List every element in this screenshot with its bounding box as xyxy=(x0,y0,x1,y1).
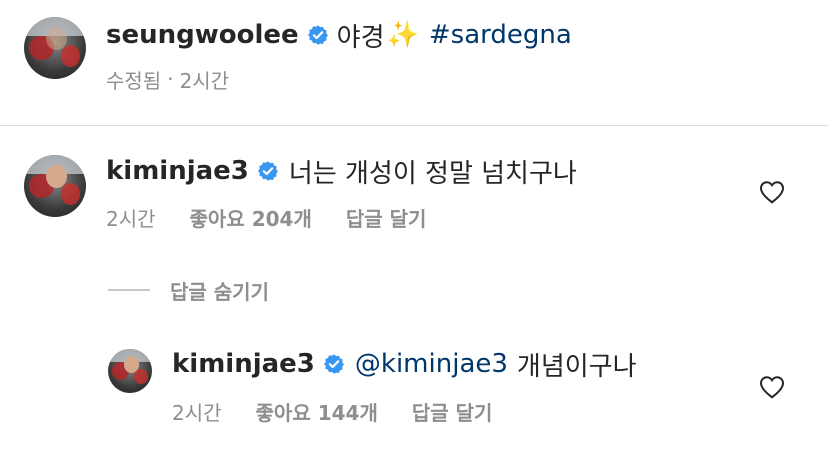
caption-username[interactable]: seungwoolee xyxy=(106,20,299,50)
hide-replies[interactable]: 답글 숨기기 xyxy=(170,276,269,305)
edited-label: 수정됨 xyxy=(106,68,162,93)
reply-line: kiminjae3 @kiminjae3 개념이구나 xyxy=(172,346,637,382)
reply-button[interactable]: 답글 달기 xyxy=(346,203,427,232)
caption-line: seungwoolee 야경 ✨ #sardegna xyxy=(106,17,572,53)
heart-outline-icon[interactable] xyxy=(759,375,785,399)
caption-divider xyxy=(0,125,828,126)
reply-username[interactable]: kiminjae3 xyxy=(172,349,315,379)
comment-time: 2시간 xyxy=(106,206,156,231)
hide-replies-line xyxy=(108,289,150,291)
meta-separator: · xyxy=(167,67,174,91)
likes-count-button[interactable]: 좋아요 204개 xyxy=(190,203,312,232)
reply-meta: 2시간 좋아요 144개 답글 달기 xyxy=(172,397,493,426)
reply-text: 개념이구나 xyxy=(516,351,637,382)
verified-badge-icon xyxy=(257,160,279,182)
hashtag-link[interactable]: #sardegna xyxy=(429,20,572,50)
reply-time: 2시간 xyxy=(172,400,222,425)
likes-count-button[interactable]: 좋아요 144개 xyxy=(256,397,378,426)
hide-replies-label[interactable]: 답글 숨기기 xyxy=(170,276,269,305)
reply-button[interactable]: 답글 달기 xyxy=(412,397,493,426)
comment-meta: 2시간 좋아요 204개 답글 달기 xyxy=(106,203,427,232)
comment-text: 너는 개성이 정말 넘치구나 xyxy=(288,158,577,189)
verified-badge-icon xyxy=(323,353,345,375)
mention-link[interactable]: @kiminjae3 xyxy=(355,349,508,379)
caption-time: 2시간 xyxy=(179,68,230,93)
avatar[interactable] xyxy=(24,17,86,79)
sparkles-emoji: ✨ xyxy=(386,20,419,50)
avatar[interactable] xyxy=(24,155,86,217)
caption-meta: 수정됨 · 2시간 xyxy=(106,66,230,93)
caption-text: 야경 xyxy=(336,22,385,53)
verified-badge-icon xyxy=(307,24,329,46)
comment-username[interactable]: kiminjae3 xyxy=(106,156,249,186)
heart-outline-icon[interactable] xyxy=(759,180,785,204)
avatar[interactable] xyxy=(108,349,152,393)
comment-line: kiminjae3 너는 개성이 정말 넘치구나 xyxy=(106,153,577,189)
